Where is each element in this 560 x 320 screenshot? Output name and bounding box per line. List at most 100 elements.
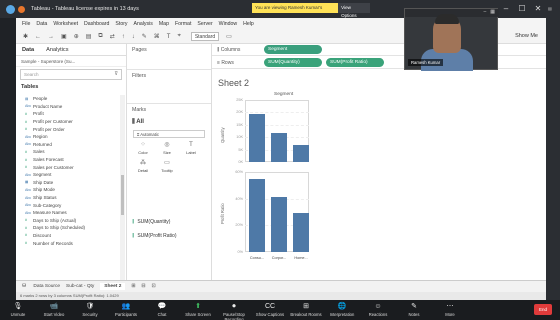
sheet-tab-sheet2[interactable]: Sheet 2 [100,283,126,290]
meeting-control-more[interactable]: ⋯ More [432,300,468,317]
data-source-tab[interactable]: ⛁ Data Source [22,284,60,289]
tableau-logo-icon[interactable]: ✱ [23,33,28,40]
field-item[interactable]: # Sales per Customer [16,163,120,171]
webcam-minimize-icon[interactable]: – [483,9,486,17]
detail-button[interactable]: ⁂ Detail [131,159,155,177]
meeting-control-interpretation[interactable]: 🌐 Interpretation [324,300,360,317]
new-sheet-tab-icon[interactable]: ⊞ [131,284,135,289]
new-dashboard-tab-icon[interactable]: ⊟ [141,284,145,289]
filters-shelf[interactable]: Filters [127,70,211,104]
menu-format[interactable]: Format [175,21,191,27]
labels-icon[interactable]: T [167,34,171,40]
field-item[interactable]: # Days to Ship (Actual) [16,217,120,225]
sort-asc-icon[interactable]: ↑ [122,34,125,40]
sort-desc-icon[interactable]: ↓ [132,34,135,40]
field-item[interactable]: # Profit per Customer [16,118,120,126]
meeting-control-pause-stop-recording[interactable]: ⏺ Pause/Stop Recording [216,300,252,320]
label-button[interactable]: T Label [179,141,203,159]
field-search-input[interactable]: Search ⊽ [20,69,122,80]
menu-data[interactable]: Data [36,21,47,27]
new-sheet-icon[interactable]: ▤ [86,33,92,40]
field-item[interactable]: # Number of Records [16,239,120,247]
menu-story[interactable]: Story [115,21,127,27]
highlight-icon[interactable]: ✎ [142,33,147,40]
meeting-control-reactions[interactable]: ☺ Reactions [360,300,396,317]
y-axis-title: Quantity [220,127,225,143]
data-source-name[interactable]: Sample - Superstore (Su... [16,56,126,67]
marks-all-card[interactable]: ⫼ All [127,116,211,129]
save-icon[interactable]: ▣ [61,33,67,40]
new-datasource-icon[interactable]: ⊕ [74,33,79,40]
marks-card-profit-ratio[interactable]: ⫼ SUM(Profit Ratio) [132,231,207,242]
meeting-control-start-video[interactable]: 📹 Start Video [36,300,72,317]
field-item[interactable]: # Days to Ship (Scheduled) [16,224,120,232]
pages-shelf[interactable]: Pages [127,44,211,70]
maximize-icon[interactable]: ☐ [514,0,530,18]
field-item[interactable]: # Profit [16,110,120,118]
meeting-control-participants[interactable]: 👥 Participants [108,300,144,317]
meeting-control-show-captions[interactable]: CC Show Captions [252,300,288,317]
field-item[interactable]: ▤ People [16,95,120,103]
field-item[interactable]: # Sales Forecast [16,156,120,164]
mark-type-dropdown[interactable]: ⌗ Automatic [133,130,205,138]
sheet-tab-subcat-qty[interactable]: Sub-cat - Qty [66,284,94,289]
webcam-overlay[interactable]: – ▦ Ramesh Kumar [404,8,499,71]
view-options-button[interactable]: View Options [338,3,370,18]
field-item[interactable]: ▦ Ship Date [16,179,120,187]
back-icon[interactable]: ← [35,34,41,40]
end-meeting-button[interactable]: End [534,304,552,315]
menu-file[interactable]: File [22,21,30,27]
field-item[interactable]: Abc Segment [16,171,120,179]
field-item[interactable]: # Sales [16,148,120,156]
filter-icon[interactable]: ⊽ [114,71,118,77]
field-item[interactable]: # Profit per Order [16,125,120,133]
menu-analysis[interactable]: Analysis [134,21,153,27]
meeting-control-chat[interactable]: 💬 Chat [144,300,180,317]
forward-icon[interactable]: → [48,34,54,40]
swap-icon[interactable]: ⇄ [110,33,115,40]
scrollbar-thumb[interactable] [121,175,124,215]
meeting-control-breakout-rooms[interactable]: ⊞ Breakout Rooms [288,300,324,317]
show-me-button[interactable]: Show Me [515,33,538,39]
field-item[interactable]: Abc Ship Mode [16,186,120,194]
present-icon[interactable]: ▭ [226,33,232,40]
sheet-title[interactable]: Sheet 2 [218,78,249,88]
group-icon[interactable]: ⌘ [154,33,160,40]
color-button[interactable]: ⁘ Color [131,141,155,159]
new-story-tab-icon[interactable]: ⊡ [151,284,155,289]
meeting-control-security[interactable]: 🛡 Security [72,300,108,317]
field-item[interactable]: Abc Ship Status [16,194,120,202]
duplicate-icon[interactable]: ⧉ [98,33,102,40]
tab-data[interactable]: Data [16,44,40,55]
close-icon[interactable]: ✕ [530,0,546,18]
minimize-icon[interactable]: – [498,0,514,18]
field-item[interactable]: Abc Region [16,133,120,141]
columns-pill-segment[interactable]: Segment [264,45,322,54]
rows-pill-quantity[interactable]: SUM(Quantity) [264,58,322,67]
rows-pill-profit-ratio[interactable]: SUM(Profit Ratio) [326,58,384,67]
search-placeholder: Search [24,72,39,77]
field-item[interactable]: # Discount [16,232,120,240]
menu-map[interactable]: Map [159,21,169,27]
meeting-control-unmute[interactable]: 🎙 Unmute [0,300,36,317]
menu-server[interactable]: Server [197,21,212,27]
menu-help[interactable]: Help [243,21,254,27]
tooltip-button[interactable]: ▭ Tooltip [155,159,179,177]
right-strip-view-icon[interactable]: ▤ [548,6,552,11]
field-item[interactable]: Abc Sub-Category [16,201,120,209]
menu-dashboard[interactable]: Dashboard [84,21,109,27]
field-list-scrollbar[interactable] [120,95,125,280]
meeting-control-share-screen[interactable]: ⬆ Share Screen [180,300,216,317]
menu-window[interactable]: Window [219,21,237,27]
tab-analytics[interactable]: Analytics [40,44,74,55]
fit-dropdown[interactable]: Standard [190,32,220,41]
webcam-gallery-icon[interactable]: ▦ [490,9,495,17]
field-item[interactable]: Abc Returned [16,141,120,149]
menu-worksheet[interactable]: Worksheet [53,21,78,27]
meeting-control-notes[interactable]: ✎ Notes [396,300,432,317]
field-item[interactable]: Abc Measure Names [16,209,120,217]
pin-icon[interactable]: ⌖ [177,33,180,40]
size-button[interactable]: ◎ Size [155,141,179,159]
field-item[interactable]: Abc Product Name [16,103,120,111]
marks-card-quantity[interactable]: ⫼ SUM(Quantity) [132,217,207,228]
